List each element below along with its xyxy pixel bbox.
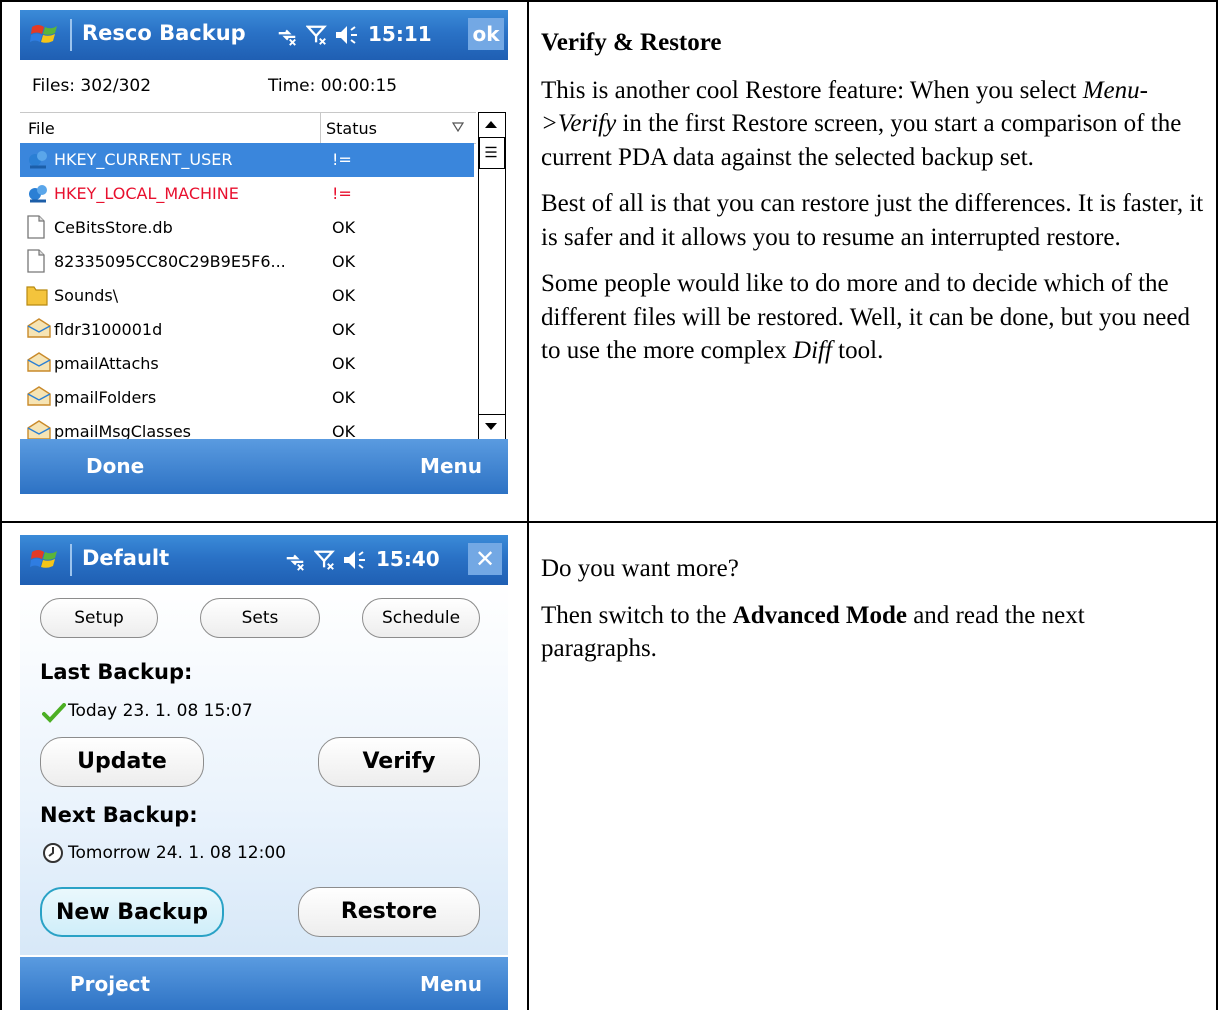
mail-icon <box>26 385 51 411</box>
table-row[interactable]: CeBitsStore.db OK <box>20 211 474 245</box>
softkey-menu[interactable]: Menu <box>420 454 482 478</box>
scroll-thumb[interactable] <box>479 137 505 169</box>
file-status: OK <box>332 422 356 439</box>
table-row[interactable]: fldr3100001d OK <box>20 313 474 347</box>
file-name: CeBitsStore.db <box>54 218 173 237</box>
checkmark-icon <box>42 703 66 723</box>
pda-screen-default: Default 15:40 ✕ Setup Sets Schedule Last… <box>20 535 508 1010</box>
app-title: Default <box>82 546 170 570</box>
setup-button[interactable]: Setup <box>40 598 158 638</box>
title-bar: Default 15:40 ✕ <box>20 535 508 585</box>
paragraph: Some people would like to do more and to… <box>541 270 1190 364</box>
mail-icon <box>26 419 51 439</box>
last-backup-label: Last Backup: <box>40 660 193 684</box>
tool-name: Diff <box>793 337 832 364</box>
file-name: HKEY_CURRENT_USER <box>54 150 233 169</box>
connectivity-icon <box>286 554 304 571</box>
table-row[interactable]: pmailFolders OK <box>20 381 474 415</box>
mail-icon <box>26 351 51 377</box>
table-top-border <box>0 0 1218 2</box>
file-status: != <box>332 150 352 169</box>
softkey-done[interactable]: Done <box>86 454 144 478</box>
file-name: 82335095CC80C29B9E5F6... <box>54 252 286 271</box>
file-icon <box>26 215 50 241</box>
folder-icon <box>26 283 50 309</box>
paragraph: Best of all is that you can restore just… <box>541 190 1204 251</box>
file-status: OK <box>332 218 356 237</box>
table-left-border <box>0 0 2 1010</box>
softkey-project[interactable]: Project <box>70 972 150 996</box>
table-row[interactable]: pmailAttachs OK <box>20 347 474 381</box>
signal-off-icon <box>314 550 335 570</box>
paragraph: Then switch to the Advanced Mode and rea… <box>541 601 1085 663</box>
clock[interactable]: 15:40 <box>376 547 440 571</box>
table-row[interactable]: Sounds\ OK <box>20 279 474 313</box>
table-row[interactable]: HKEY_LOCAL_MACHINE != <box>20 177 474 211</box>
table-row[interactable]: pmailMsgClasses OK <box>20 415 474 439</box>
verify-button[interactable]: Verify <box>318 737 480 787</box>
file-status: != <box>332 184 352 203</box>
last-backup-value: Today 23. 1. 08 15:07 <box>68 701 253 721</box>
close-button[interactable]: ✕ <box>468 543 502 575</box>
windows-start-icon[interactable] <box>30 544 60 574</box>
section-heading: Verify & Restore <box>541 29 722 56</box>
file-name: HKEY_LOCAL_MACHINE <box>54 184 239 203</box>
registry-icon <box>26 181 50 207</box>
schedule-button[interactable]: Schedule <box>362 598 480 638</box>
file-status: OK <box>332 252 356 271</box>
softkey-menu[interactable]: Menu <box>420 972 482 996</box>
softkey-bar: Project Menu <box>20 957 508 1010</box>
clock-icon <box>43 843 63 863</box>
paragraph: This is another cool Restore feature: Wh… <box>541 76 1182 171</box>
mode-name: Advanced Mode <box>732 601 907 629</box>
file-name: pmailAttachs <box>54 354 159 373</box>
softkey-bar: Done Menu <box>20 439 508 494</box>
paragraph: Do you want more? <box>541 555 739 582</box>
file-name: Sounds\ <box>54 286 119 305</box>
table-column-divider <box>527 0 529 1010</box>
file-name: fldr3100001d <box>54 320 163 339</box>
vertical-scrollbar[interactable] <box>478 112 506 440</box>
text-cell-verify-restore: Verify & Restore This is another cool Re… <box>541 26 1205 381</box>
file-status: OK <box>332 286 356 305</box>
next-backup-label: Next Backup: <box>40 803 198 827</box>
title-separator <box>70 544 72 576</box>
file-status: OK <box>332 388 356 407</box>
text-cell-advanced: Do you want more? Then switch to the Adv… <box>541 552 1205 679</box>
update-button[interactable]: Update <box>40 737 204 787</box>
file-name: pmailFolders <box>54 388 157 407</box>
pda-screen-restore-verify: Resco Backup 15:11 ok Files: 302/302 Tim… <box>20 10 508 494</box>
registry-icon <box>26 147 50 173</box>
table-row-divider <box>0 521 1218 523</box>
scroll-down-arrow[interactable] <box>479 414 505 439</box>
restore-button[interactable]: Restore <box>298 887 480 937</box>
sets-button[interactable]: Sets <box>200 598 320 638</box>
file-status: OK <box>332 354 356 373</box>
file-icon <box>26 249 50 275</box>
table-row[interactable]: 82335095CC80C29B9E5F6... OK <box>20 245 474 279</box>
volume-icon <box>344 551 365 569</box>
next-backup-value: Tomorrow 24. 1. 08 12:00 <box>68 843 286 863</box>
table-row[interactable]: HKEY_CURRENT_USER != <box>20 143 474 177</box>
file-name: pmailMsgClasses <box>54 422 192 439</box>
scroll-up-arrow[interactable] <box>479 113 505 138</box>
new-backup-button[interactable]: New Backup <box>40 887 224 937</box>
mail-icon <box>26 317 51 343</box>
file-status: OK <box>332 320 356 339</box>
